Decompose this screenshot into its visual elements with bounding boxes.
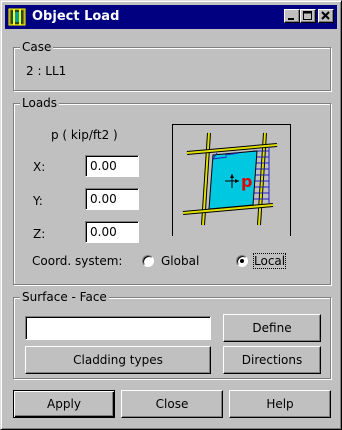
local-radio-label[interactable]: Local: [252, 253, 287, 269]
coord-system-label: Coord. system:: [32, 254, 123, 268]
close-dialog-button[interactable]: Close: [121, 390, 223, 418]
diagram-load-letter: p: [241, 172, 252, 191]
y-label: Y:: [33, 194, 43, 208]
case-group: Case 2 : LL1: [13, 40, 331, 91]
z-input[interactable]: 0.00: [85, 221, 139, 243]
load-unit-label: p ( kip/ft2 ): [51, 128, 118, 142]
app-icon: [8, 8, 26, 26]
title-bar[interactable]: Object Load: [5, 5, 337, 29]
global-radio[interactable]: [142, 255, 154, 267]
window-title: Object Load: [32, 9, 120, 24]
local-radio[interactable]: [236, 255, 248, 267]
x-label: X:: [33, 160, 46, 174]
directions-button[interactable]: Directions: [223, 346, 321, 374]
minimize-button[interactable]: [284, 9, 300, 23]
surface-face-input[interactable]: [25, 316, 211, 340]
surface-face-group-label: Surface - Face: [20, 290, 109, 304]
help-button[interactable]: Help: [229, 390, 331, 418]
case-group-label: Case: [20, 40, 54, 54]
case-value: 2 : LL1: [26, 64, 67, 78]
maximize-icon: [303, 11, 312, 20]
maximize-button[interactable]: [300, 9, 316, 23]
loads-group-label: Loads: [20, 96, 60, 110]
global-radio-label[interactable]: Global: [161, 254, 199, 268]
minimize-icon: [288, 18, 294, 20]
apply-button[interactable]: Apply: [13, 390, 115, 418]
y-input[interactable]: 0.00: [85, 188, 139, 210]
define-button[interactable]: Define: [223, 314, 321, 342]
load-diagram: p: [172, 124, 291, 236]
z-label: Z:: [33, 227, 46, 241]
surface-load-diagram-icon: p: [182, 132, 278, 226]
object-load-dialog: Object Load Case 2 : LL1 Loads p ( kip/f…: [0, 0, 342, 430]
close-icon: [321, 11, 330, 20]
radio-selected-dot: [240, 259, 244, 263]
x-input[interactable]: 0.00: [85, 155, 139, 177]
cladding-types-button[interactable]: Cladding types: [25, 346, 211, 374]
close-button[interactable]: [318, 9, 334, 23]
